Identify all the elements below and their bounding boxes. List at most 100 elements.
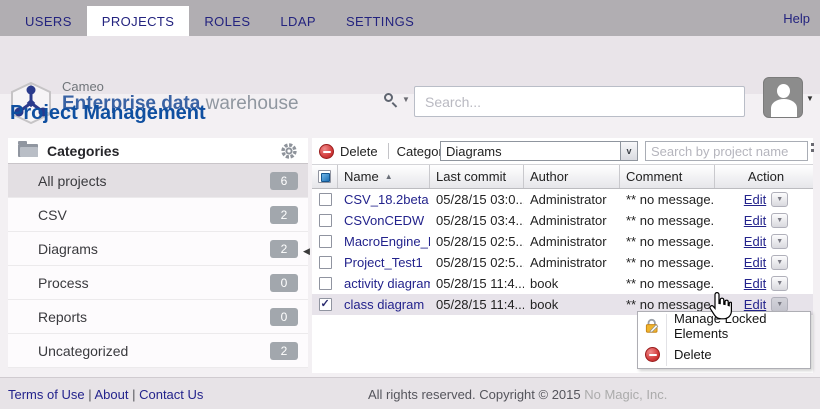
delete-button-label: Delete xyxy=(340,144,378,159)
sidebar-item-all-projects[interactable]: All projects 6 xyxy=(8,164,308,198)
row-menu-button[interactable]: ▼ xyxy=(771,276,788,291)
nav-tab-users[interactable]: USERS xyxy=(10,6,87,36)
row-menu-button[interactable]: ▼ xyxy=(771,234,788,249)
table-row[interactable]: Project_Test1 05/28/15 02:5... Administr… xyxy=(312,252,813,273)
terms-of-use-link[interactable]: Terms of Use xyxy=(8,387,85,402)
column-header-action[interactable]: Action xyxy=(715,165,811,188)
column-header-author[interactable]: Author xyxy=(524,165,620,188)
column-header-comment[interactable]: Comment xyxy=(620,165,715,188)
menu-item-label: Manage Locked Elements xyxy=(666,311,810,341)
category-count-badge: 0 xyxy=(270,274,298,292)
sidebar-collapse-handle-icon[interactable]: ◀ xyxy=(303,246,310,257)
category-label: CSV xyxy=(38,207,67,223)
user-menu-caret-icon[interactable]: ▼ xyxy=(806,94,814,103)
column-label: Action xyxy=(748,169,784,184)
edit-link[interactable]: Edit xyxy=(744,234,766,249)
row-checkbox[interactable] xyxy=(319,193,332,206)
project-search-input[interactable] xyxy=(645,141,808,161)
copyright-text: All rights reserved. Copyright © 2015 xyxy=(368,387,581,402)
edit-link[interactable]: Edit xyxy=(744,297,766,312)
column-label: Last commit xyxy=(436,169,506,184)
last-commit-cell: 05/28/15 11:4... xyxy=(430,276,524,291)
edit-link[interactable]: Edit xyxy=(744,213,766,228)
global-search-input[interactable] xyxy=(414,86,745,117)
sidebar-item-diagrams[interactable]: Diagrams 2 xyxy=(8,232,308,266)
contact-us-link[interactable]: Contact Us xyxy=(139,387,203,402)
search-icon[interactable] xyxy=(384,93,400,109)
table-header: Name ▲ Last commit Author Comment Action xyxy=(312,164,813,189)
table-row[interactable]: activity diagram 05/28/15 11:4... book *… xyxy=(312,273,813,294)
row-menu-button[interactable]: ▼ xyxy=(771,213,788,228)
row-menu-button[interactable]: ▼ xyxy=(771,255,788,270)
edit-link[interactable]: Edit xyxy=(744,255,766,270)
author-cell: Administrator xyxy=(524,234,620,249)
table-row[interactable]: MacroEngine_P... 05/28/15 02:5... Admini… xyxy=(312,231,813,252)
comment-cell: ** no message... xyxy=(620,192,715,207)
row-checkbox[interactable] xyxy=(319,298,332,311)
projects-toolbar: Delete Category: Diagrams v xyxy=(312,138,813,164)
sidebar-item-reports[interactable]: Reports 0 xyxy=(8,300,308,334)
table-row[interactable]: CSVonCEDW 05/28/15 03:4... Administrator… xyxy=(312,210,813,231)
select-all-checkbox[interactable] xyxy=(318,170,331,183)
about-link[interactable]: About xyxy=(94,387,128,402)
project-name-link[interactable]: CSV_18.2beta xyxy=(344,192,429,207)
comment-cell: ** no message... xyxy=(620,213,715,228)
menu-item-label: Delete xyxy=(666,347,712,362)
help-link[interactable]: Help xyxy=(783,0,810,36)
row-checkbox[interactable] xyxy=(319,256,332,269)
gear-icon[interactable] xyxy=(280,142,298,160)
user-avatar[interactable] xyxy=(763,77,803,118)
category-label: Reports xyxy=(38,309,87,325)
categories-title: Categories xyxy=(47,143,119,159)
row-checkbox[interactable] xyxy=(319,235,332,248)
menu-item-manage-locked-elements[interactable]: Manage Locked Elements xyxy=(638,312,810,340)
lock-edit-icon xyxy=(644,318,660,334)
last-commit-cell: 05/28/15 02:5... xyxy=(430,234,524,249)
nav-tab-projects[interactable]: PROJECTS xyxy=(87,6,190,36)
category-count-badge: 2 xyxy=(270,206,298,224)
category-label: Diagrams xyxy=(38,241,98,257)
footer: Terms of Use | About | Contact Us All ri… xyxy=(0,377,820,409)
sidebar-item-csv[interactable]: CSV 2 xyxy=(8,198,308,232)
column-header-name[interactable]: Name ▲ xyxy=(338,165,430,188)
delete-button[interactable]: Delete xyxy=(319,144,378,159)
row-checkbox[interactable] xyxy=(319,277,332,290)
project-name-link[interactable]: Project_Test1 xyxy=(344,255,423,270)
category-select[interactable]: Diagrams v xyxy=(440,141,638,161)
header-band: Cameo Enterprise data warehouse ▼ ▼ xyxy=(0,36,820,94)
chevron-down-icon[interactable]: v xyxy=(620,142,637,160)
row-context-menu: Manage Locked Elements Delete xyxy=(637,311,811,369)
edit-link[interactable]: Edit xyxy=(744,276,766,291)
nav-tab-roles[interactable]: ROLES xyxy=(189,6,265,36)
row-checkbox[interactable] xyxy=(319,214,332,227)
search-scope-caret-icon[interactable]: ▼ xyxy=(402,95,410,104)
project-name-link[interactable]: class diagram xyxy=(344,297,424,312)
project-name-link[interactable]: CSVonCEDW xyxy=(344,213,424,228)
row-menu-button[interactable]: ▼ xyxy=(771,192,788,207)
sidebar-item-process[interactable]: Process 0 xyxy=(8,266,308,300)
last-commit-cell: 05/28/15 11:4... xyxy=(430,297,524,312)
menu-item-delete[interactable]: Delete xyxy=(638,340,810,368)
author-cell: Administrator xyxy=(524,255,620,270)
column-label: Comment xyxy=(626,169,682,184)
delete-icon xyxy=(319,144,334,159)
category-select-value: Diagrams xyxy=(441,144,502,159)
category-count-badge: 0 xyxy=(270,308,298,326)
edit-link[interactable]: Edit xyxy=(744,192,766,207)
column-header-last-commit[interactable]: Last commit xyxy=(430,165,524,188)
search-grip-icon[interactable] xyxy=(810,142,815,156)
row-menu-button-open[interactable]: ▼ xyxy=(771,297,788,312)
nav-tab-settings[interactable]: SETTINGS xyxy=(331,6,429,36)
category-count-badge: 2 xyxy=(270,240,298,258)
author-cell: book xyxy=(524,276,620,291)
comment-cell: ** no message... xyxy=(620,234,715,249)
sidebar-item-uncategorized[interactable]: Uncategorized 2 xyxy=(8,334,308,368)
project-name-link[interactable]: activity diagram xyxy=(344,276,430,291)
top-nav-bar: USERS PROJECTS ROLES LDAP SETTINGS Help xyxy=(0,0,820,36)
project-name-link[interactable]: MacroEngine_P... xyxy=(344,234,430,249)
table-row[interactable]: CSV_18.2beta 05/28/15 03:0... Administra… xyxy=(312,189,813,210)
comment-cell: ** no message... xyxy=(620,297,715,312)
nav-tab-ldap[interactable]: LDAP xyxy=(265,6,331,36)
last-commit-cell: 05/28/15 02:5... xyxy=(430,255,524,270)
column-label: Author xyxy=(530,169,568,184)
